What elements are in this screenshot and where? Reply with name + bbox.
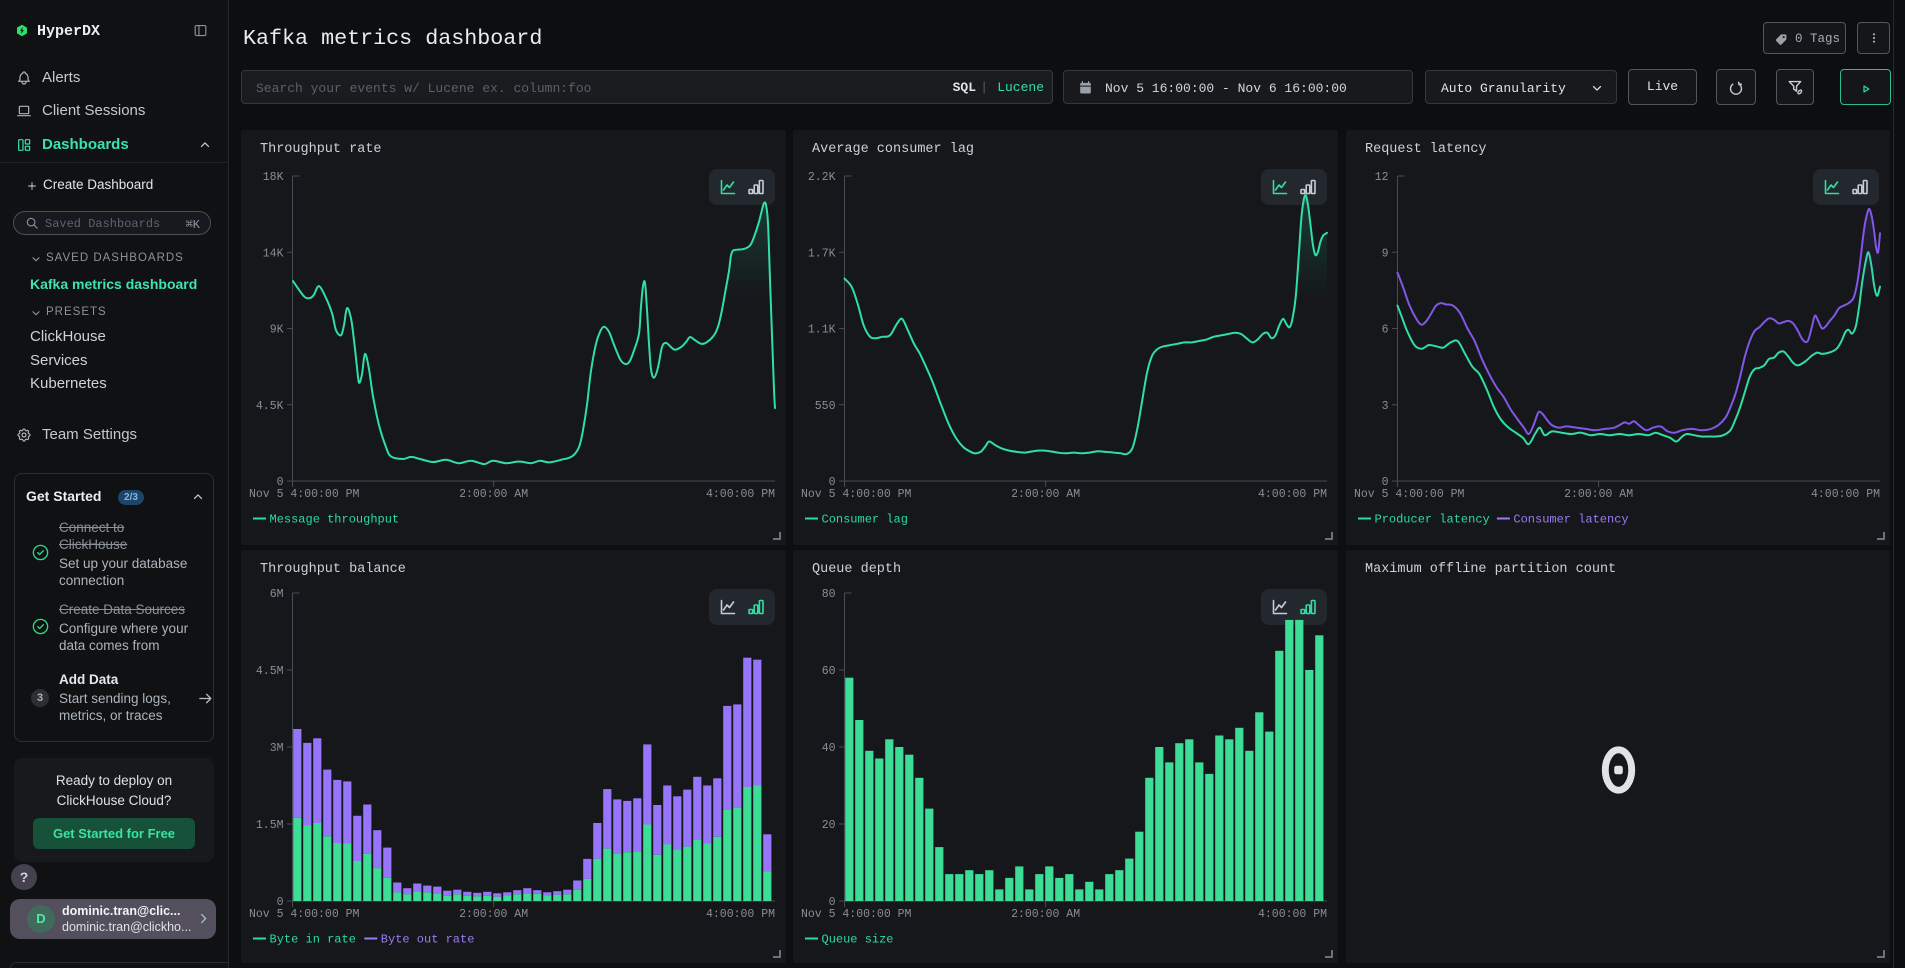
svg-text:60: 60	[822, 665, 836, 678]
svg-text:1.1K: 1.1K	[808, 324, 836, 337]
svg-text:4:00:00 PM: 4:00:00 PM	[1811, 488, 1880, 501]
svg-text:Nov 5 4:00:00 PM: Nov 5 4:00:00 PM	[1354, 488, 1465, 501]
svg-text:9: 9	[1382, 247, 1389, 260]
svg-text:1.5M: 1.5M	[256, 819, 284, 832]
svg-text:Nov 5 4:00:00 PM: Nov 5 4:00:00 PM	[249, 908, 360, 921]
svg-text:550: 550	[815, 400, 836, 413]
svg-text:Nov 5 4:00:00 PM: Nov 5 4:00:00 PM	[801, 488, 912, 501]
svg-text:Byte out rate: Byte out rate	[381, 933, 475, 947]
svg-text:2:00:00 AM: 2:00:00 AM	[459, 908, 528, 921]
svg-text:3: 3	[1382, 400, 1389, 413]
svg-text:Message throughput: Message throughput	[270, 513, 400, 527]
svg-text:Consumer lag: Consumer lag	[822, 513, 908, 527]
svg-text:2:00:00 AM: 2:00:00 AM	[1564, 488, 1633, 501]
svg-text:18K: 18K	[263, 171, 284, 184]
svg-text:Queue size: Queue size	[822, 933, 894, 947]
svg-text:14K: 14K	[263, 247, 284, 260]
svg-text:Nov 5 4:00:00 PM: Nov 5 4:00:00 PM	[249, 488, 360, 501]
svg-text:4.5K: 4.5K	[256, 400, 284, 413]
svg-text:4.5M: 4.5M	[256, 665, 284, 678]
svg-text:2:00:00 AM: 2:00:00 AM	[459, 488, 528, 501]
svg-text:6M: 6M	[270, 588, 284, 601]
svg-text:4:00:00 PM: 4:00:00 PM	[1258, 488, 1327, 501]
svg-text:4:00:00 PM: 4:00:00 PM	[706, 908, 775, 921]
svg-text:Nov 5 4:00:00 PM: Nov 5 4:00:00 PM	[801, 908, 912, 921]
svg-text:Producer latency: Producer latency	[1375, 513, 1490, 527]
svg-text:20: 20	[822, 819, 836, 832]
svg-text:12: 12	[1375, 171, 1389, 184]
svg-text:40: 40	[822, 742, 836, 755]
svg-text:2:00:00 AM: 2:00:00 AM	[1011, 908, 1080, 921]
svg-text:9K: 9K	[270, 324, 284, 337]
svg-text:4:00:00 PM: 4:00:00 PM	[1258, 908, 1327, 921]
svg-text:Byte in rate: Byte in rate	[270, 933, 356, 947]
svg-text:2:00:00 AM: 2:00:00 AM	[1011, 488, 1080, 501]
svg-text:80: 80	[822, 588, 836, 601]
svg-text:3M: 3M	[270, 742, 284, 755]
svg-text:4:00:00 PM: 4:00:00 PM	[706, 488, 775, 501]
svg-text:6: 6	[1382, 324, 1389, 337]
svg-text:Consumer latency: Consumer latency	[1513, 513, 1628, 527]
svg-text:1.7K: 1.7K	[808, 247, 836, 260]
svg-text:2.2K: 2.2K	[808, 171, 836, 184]
